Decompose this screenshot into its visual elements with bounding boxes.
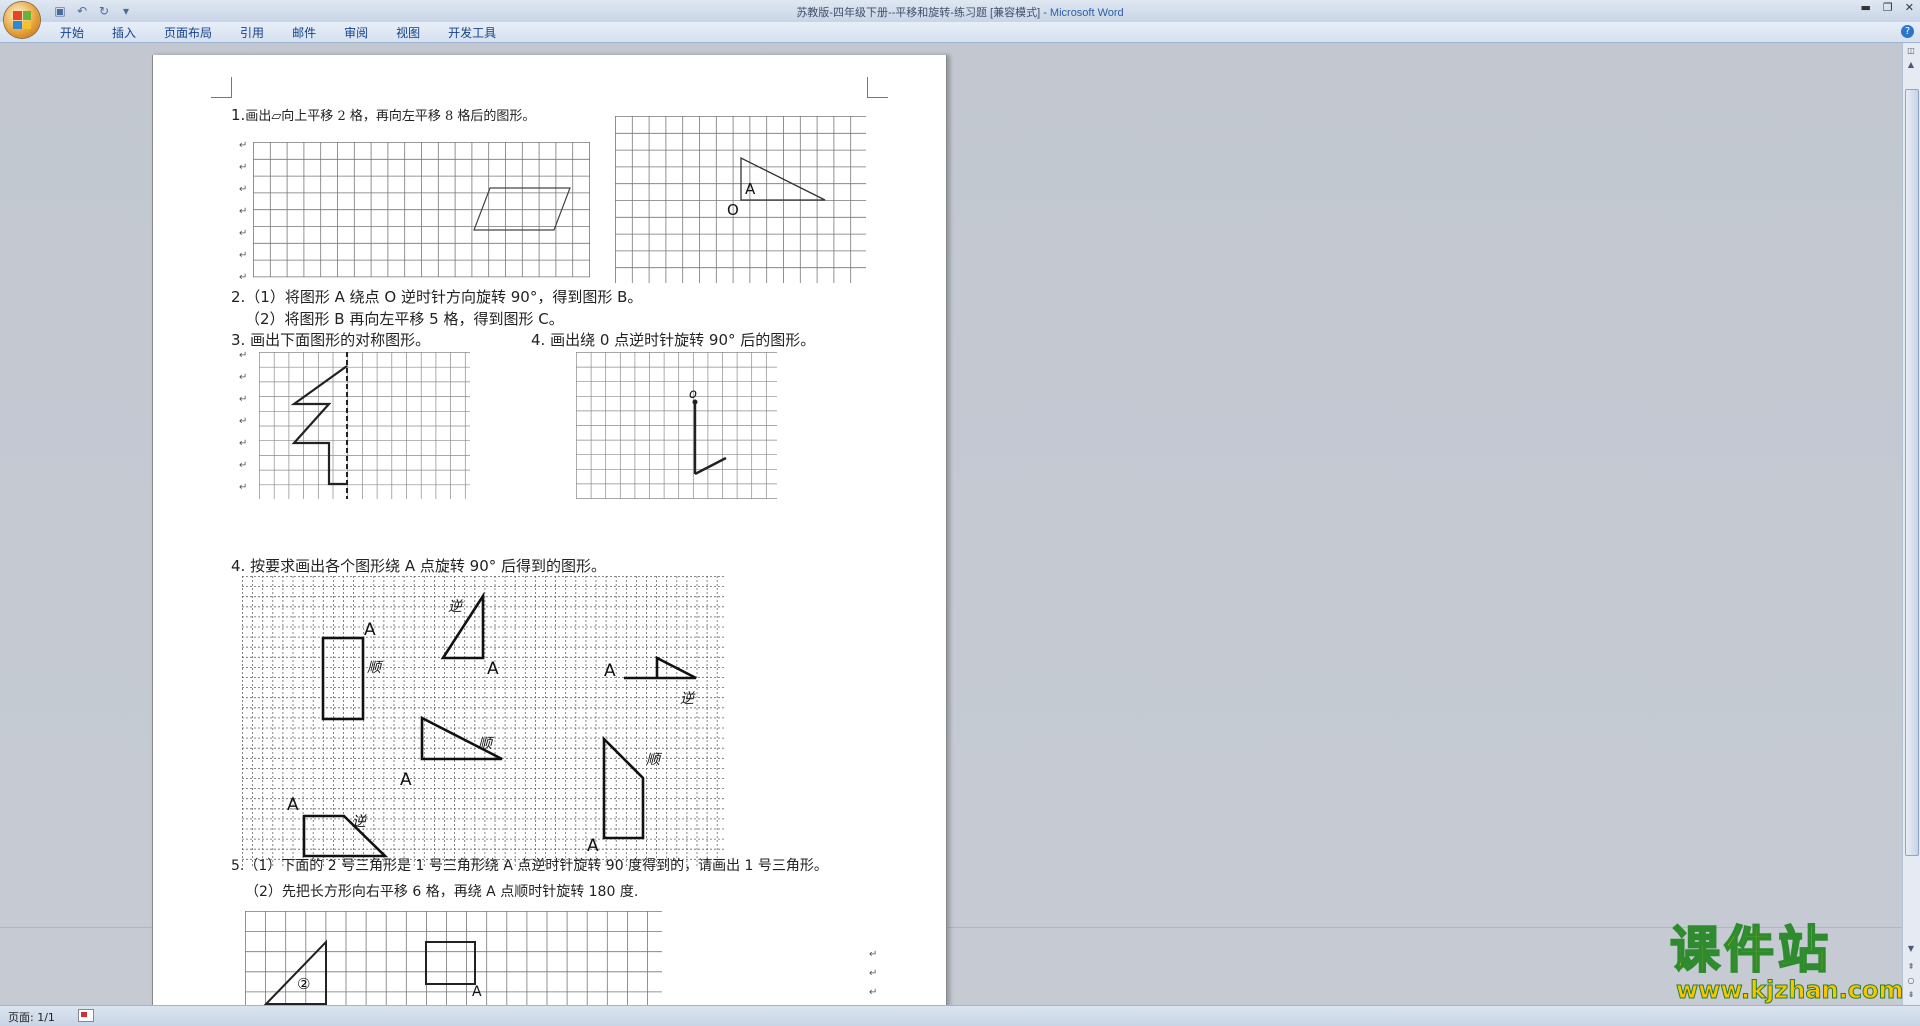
close-icon[interactable]: ✕ bbox=[1905, 1, 1914, 14]
question-1: 1.画出▱向上平移 2 格，再向左平移 8 格后的图形。 bbox=[231, 106, 536, 124]
rectangle-shape bbox=[321, 636, 365, 721]
ribbon: 开始 插入 页面布局 引用 邮件 审阅 视图 开发工具 ? bbox=[0, 22, 1920, 43]
paragraph-mark: ↵ bbox=[239, 482, 248, 493]
triangle-2-shape bbox=[263, 939, 327, 1005]
q3-grid-figure bbox=[259, 352, 470, 499]
label-a: A bbox=[400, 770, 412, 790]
window-title: 苏教版-四年级下册--平移和旋转-练习题 [兼容模式] - Microsoft … bbox=[796, 7, 1124, 19]
tab-mailings[interactable]: 邮件 bbox=[292, 25, 332, 41]
paragraph-mark: ↵ bbox=[239, 140, 248, 151]
label-a: A bbox=[604, 661, 616, 681]
paragraph-mark: ↵ bbox=[239, 228, 248, 239]
angle-shape bbox=[624, 655, 697, 680]
label-ni: 逆 bbox=[352, 814, 368, 830]
paragraph-mark: ↵ bbox=[239, 250, 248, 261]
label-a: A bbox=[472, 984, 482, 1000]
crop-mark bbox=[211, 77, 232, 98]
ribbon-tabs: 开始 插入 页面布局 引用 邮件 审阅 视图 开发工具 bbox=[60, 25, 524, 41]
proofing-status-icon[interactable] bbox=[78, 1009, 94, 1022]
q4a-grid-figure: o bbox=[576, 352, 777, 499]
rotation-line bbox=[694, 456, 727, 476]
label-o: O bbox=[727, 201, 739, 219]
paragraph-mark: ↵ bbox=[239, 272, 248, 283]
minimize-icon[interactable]: ▬ bbox=[1861, 1, 1871, 14]
label-ni: 逆 bbox=[448, 599, 464, 615]
question-2-line2: （2）将图形 B 再向左平移 5 格，得到图形 C。 bbox=[245, 310, 564, 328]
paragraph-mark: ↵ bbox=[869, 949, 878, 960]
question-2-line1: 2.（1）将图形 A 绕点 O 逆时针方向旋转 90°，得到图形 B。 bbox=[231, 288, 643, 306]
label-2: ② bbox=[297, 975, 310, 993]
scroll-up-icon[interactable]: ▲ bbox=[1905, 59, 1917, 71]
watermark-url: www.kjzhan.com bbox=[1675, 976, 1904, 1005]
label-shun: 顺 bbox=[478, 736, 495, 752]
status-bar: 页面: 1/1 bbox=[0, 1005, 1920, 1026]
office-button[interactable] bbox=[4, 2, 40, 38]
paragraph-mark: ↵ bbox=[239, 438, 248, 449]
paragraph-mark: ↵ bbox=[239, 184, 248, 195]
page-count[interactable]: 页面: 1/1 bbox=[8, 1009, 55, 1025]
paragraph-mark: ↵ bbox=[239, 350, 248, 361]
watermark-logo: 课件站 www.kjzhan.com bbox=[1669, 921, 1910, 1005]
tab-insert[interactable]: 插入 bbox=[112, 25, 152, 41]
label-a: A bbox=[287, 795, 299, 815]
help-icon[interactable]: ? bbox=[1901, 25, 1914, 38]
tab-references[interactable]: 引用 bbox=[240, 25, 280, 41]
label-shun: 顺 bbox=[646, 752, 663, 768]
crop-mark bbox=[867, 77, 888, 98]
label-a: A bbox=[745, 180, 756, 198]
question-4b: 4. 按要求画出各个图形绕 A 点旋转 90° 后得到的图形。 bbox=[231, 557, 607, 575]
document-area: 1.画出▱向上平移 2 格，再向左平移 8 格后的图形。 A O 2.（1）将图… bbox=[0, 43, 1903, 1005]
tab-page-layout[interactable]: 页面布局 bbox=[164, 25, 228, 41]
paragraph-mark: ↵ bbox=[239, 460, 248, 471]
watermark-title: 课件站 bbox=[1669, 921, 1832, 979]
rectangle-shape bbox=[425, 941, 476, 985]
scrollbar-thumb[interactable] bbox=[1905, 89, 1919, 856]
paragraph-mark: ↵ bbox=[239, 394, 248, 405]
question-3: 3. 画出下面图形的对称图形。 bbox=[231, 331, 431, 349]
paragraph-mark: ↵ bbox=[239, 416, 248, 427]
tab-review[interactable]: 审阅 bbox=[344, 25, 384, 41]
question-4a: 4. 画出绕 0 点逆时针旋转 90° 后的图形。 bbox=[531, 331, 816, 349]
q2-grid-figure: A O bbox=[615, 116, 866, 283]
paragraph-mark: ↵ bbox=[239, 162, 248, 173]
document-page[interactable]: 1.画出▱向上平移 2 格，再向左平移 8 格后的图形。 A O 2.（1）将图… bbox=[152, 55, 947, 1005]
label-a: A bbox=[364, 620, 376, 640]
window-controls: ▬ ❐ ✕ bbox=[1861, 1, 1915, 14]
q1-grid-figure bbox=[253, 142, 590, 278]
q5-grid-figure: ② A A bbox=[245, 911, 662, 1005]
tab-home[interactable]: 开始 bbox=[60, 25, 100, 41]
ruler-toggle-icon[interactable]: ◫ bbox=[1905, 45, 1917, 57]
vertical-scrollbar[interactable]: ◫ ▲ ▼ ⇞ ○ ⇟ bbox=[1902, 43, 1920, 1005]
restore-icon[interactable]: ❐ bbox=[1883, 1, 1893, 14]
q4b-dotted-grid-figure: A A A A A A 顺 逆 逆 顺 顺 逆 bbox=[242, 576, 726, 867]
small-triangle-shape bbox=[302, 814, 389, 858]
paragraph-mark: ↵ bbox=[239, 206, 248, 217]
label-ni: 逆 bbox=[680, 691, 696, 707]
office-logo-icon bbox=[13, 11, 31, 29]
label-a: A bbox=[487, 659, 499, 679]
paragraph-mark: ↵ bbox=[869, 987, 878, 998]
label-o-lower: o bbox=[689, 387, 697, 402]
paragraph-mark: ↵ bbox=[869, 968, 878, 979]
tab-view[interactable]: 视图 bbox=[396, 25, 436, 41]
label-a: A bbox=[587, 836, 599, 856]
tab-developer[interactable]: 开发工具 bbox=[448, 25, 512, 41]
question-5-line1: 5.（1）下面的 2 号三角形是 1 号三角形绕 A 点逆时针旋转 90 度得到… bbox=[231, 858, 828, 874]
half-figure-shape bbox=[290, 365, 348, 486]
title-bar: ▣ ↶ ↻ ▾ 苏教版-四年级下册--平移和旋转-练习题 [兼容模式] - Mi… bbox=[0, 0, 1920, 22]
label-shun: 顺 bbox=[367, 660, 384, 676]
paragraph-mark: ↵ bbox=[239, 372, 248, 383]
question-5-line2: （2）先把长方形向右平移 6 格，再绕 A 点顺时针旋转 180 度. bbox=[245, 884, 639, 900]
